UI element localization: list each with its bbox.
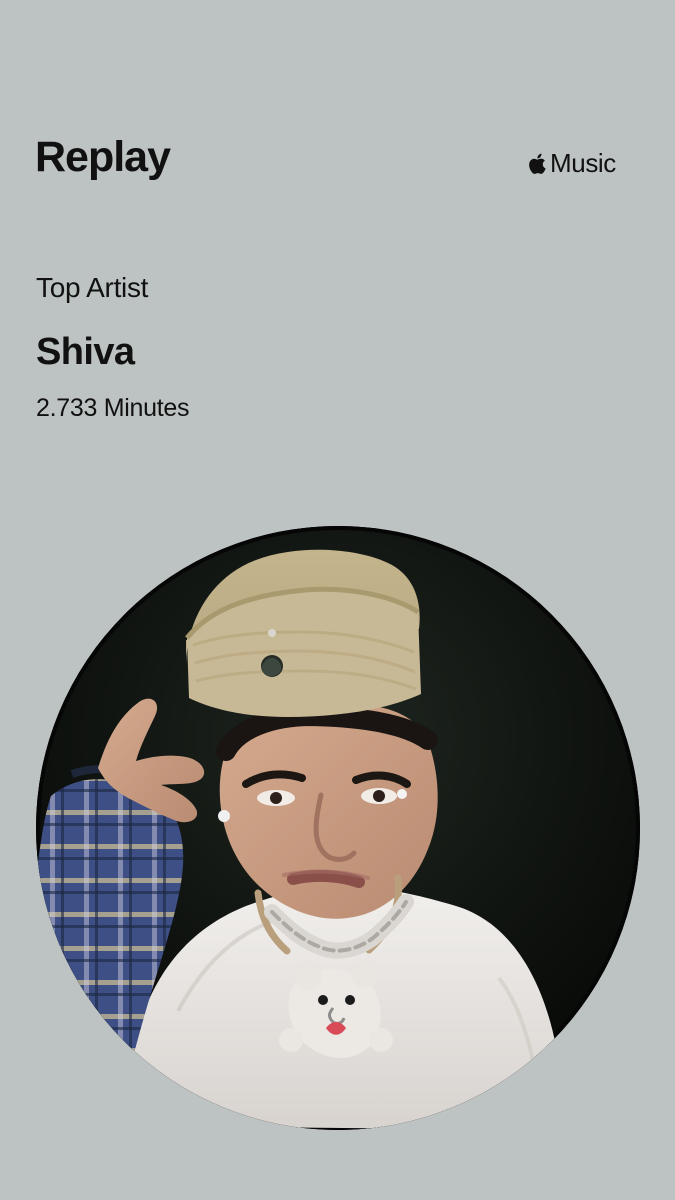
replay-card: Replay Music Top Artist Shiva 2.733 Minu… xyxy=(0,0,675,1200)
artist-name: Shiva xyxy=(36,331,135,373)
top-artist-label: Top Artist xyxy=(36,272,149,303)
apple-logo-icon xyxy=(527,151,548,176)
replay-title: Replay xyxy=(35,133,171,181)
apple-music-logo: Music xyxy=(527,150,616,176)
artist-portrait-image xyxy=(36,526,640,1130)
music-wordmark: Music xyxy=(550,148,616,178)
artist-photo xyxy=(36,526,640,1130)
listening-minutes: 2.733 Minutes xyxy=(36,394,190,422)
